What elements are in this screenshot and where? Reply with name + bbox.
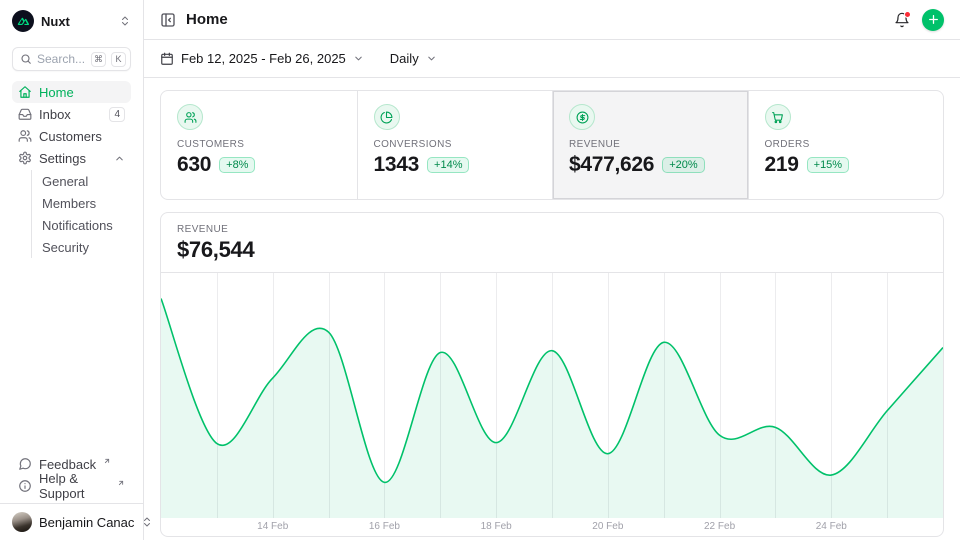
stat-card-customers[interactable]: CUSTOMERS 630 +8% bbox=[161, 91, 357, 199]
info-circle-icon bbox=[18, 479, 32, 493]
stat-delta-badge: +8% bbox=[219, 157, 255, 173]
stat-delta-badge: +14% bbox=[427, 157, 469, 173]
sidebar-item-label: Inbox bbox=[39, 107, 102, 122]
nuxt-logo-icon bbox=[12, 10, 34, 32]
add-button[interactable] bbox=[922, 9, 944, 31]
chevron-down-icon bbox=[353, 53, 364, 64]
user-name: Benjamin Canac bbox=[39, 515, 134, 530]
dashboard-content: CUSTOMERS 630 +8% CONVERSIONS 1343 +14% bbox=[144, 78, 960, 540]
avatar bbox=[12, 512, 32, 532]
page-header: Home bbox=[144, 0, 960, 40]
stat-value: 630 bbox=[177, 153, 211, 177]
calendar-icon bbox=[160, 52, 174, 66]
revenue-chart-svg bbox=[161, 273, 943, 518]
chevrons-up-down-icon bbox=[119, 15, 131, 27]
users-icon bbox=[18, 129, 32, 143]
sidebar-item-settings[interactable]: Settings bbox=[12, 147, 131, 169]
chart-title: REVENUE bbox=[177, 224, 927, 235]
sidebar-footer-nav: Feedback Help & Support bbox=[12, 453, 131, 503]
user-menu[interactable]: Benjamin Canac bbox=[0, 503, 143, 540]
search-placeholder: Search... bbox=[37, 52, 86, 66]
filters-toolbar: Feb 12, 2025 - Feb 26, 2025 Daily bbox=[144, 40, 960, 78]
stat-label: REVENUE bbox=[569, 139, 732, 150]
sidebar-item-label: Feedback bbox=[39, 457, 96, 472]
sidebar-item-label: Help & Support bbox=[39, 471, 110, 501]
chart-plot-area bbox=[161, 273, 943, 518]
stat-label: CONVERSIONS bbox=[374, 139, 537, 150]
workspace-name: Nuxt bbox=[41, 14, 112, 29]
stat-card-conversions[interactable]: CONVERSIONS 1343 +14% bbox=[357, 91, 553, 199]
search-icon bbox=[20, 53, 32, 65]
notification-dot bbox=[904, 11, 911, 18]
inbox-icon bbox=[18, 107, 32, 121]
stat-delta-badge: +20% bbox=[662, 157, 704, 173]
workspace-switcher[interactable]: Nuxt bbox=[12, 10, 131, 32]
external-link-icon bbox=[103, 457, 111, 465]
date-range-picker[interactable]: Feb 12, 2025 - Feb 26, 2025 bbox=[160, 51, 364, 66]
circle-dollar-icon bbox=[569, 104, 595, 130]
sidebar-item-label: Customers bbox=[39, 129, 125, 144]
x-tick-label: 18 Feb bbox=[481, 521, 512, 532]
chart-x-axis: 14 Feb 16 Feb 18 Feb 20 Feb 22 Feb 24 Feb bbox=[161, 518, 943, 536]
stat-delta-badge: +15% bbox=[807, 157, 849, 173]
gear-icon bbox=[18, 151, 32, 165]
sidebar-item-notifications[interactable]: Notifications bbox=[42, 214, 131, 236]
stat-card-revenue[interactable]: REVENUE $477,626 +20% bbox=[552, 91, 748, 199]
sidebar-item-label: Settings bbox=[39, 151, 107, 166]
settings-subnav: General Members Notifications Security bbox=[31, 170, 131, 258]
revenue-chart-panel: REVENUE $76,544 14 Feb 16 Feb 18 Feb 20 Feb… bbox=[160, 212, 944, 537]
sidebar-item-inbox[interactable]: Inbox 4 bbox=[12, 103, 131, 125]
notifications-button[interactable] bbox=[894, 12, 910, 28]
sidebar-nav: Home Inbox 4 Customers Settings Genera bbox=[12, 81, 131, 258]
page-title: Home bbox=[186, 11, 228, 28]
shopping-cart-icon bbox=[765, 104, 791, 130]
sidebar: Nuxt Search... ⌘ K Home Inbox 4 bbox=[0, 0, 144, 540]
x-tick-label: 20 Feb bbox=[592, 521, 623, 532]
stat-value: 1343 bbox=[374, 153, 420, 177]
users-icon bbox=[177, 104, 203, 130]
stats-row: CUSTOMERS 630 +8% CONVERSIONS 1343 +14% bbox=[160, 90, 944, 200]
sidebar-spacer bbox=[12, 258, 131, 453]
sidebar-item-label: Home bbox=[39, 85, 125, 100]
x-tick-label: 22 Feb bbox=[704, 521, 735, 532]
sidebar-item-help-support[interactable]: Help & Support bbox=[12, 475, 131, 497]
date-range-label: Feb 12, 2025 - Feb 26, 2025 bbox=[181, 51, 346, 66]
sidebar-item-general[interactable]: General bbox=[42, 170, 131, 192]
revenue-area bbox=[161, 298, 943, 518]
inbox-count-badge: 4 bbox=[109, 107, 125, 122]
stat-label: CUSTOMERS bbox=[177, 139, 341, 150]
stat-value: $477,626 bbox=[569, 153, 654, 177]
stat-value: 219 bbox=[765, 153, 799, 177]
message-circle-icon bbox=[18, 457, 32, 471]
kbd-cmd: ⌘ bbox=[91, 52, 106, 67]
chart-header: REVENUE $76,544 bbox=[161, 213, 943, 273]
x-tick-label: 16 Feb bbox=[369, 521, 400, 532]
chevron-down-icon bbox=[426, 53, 437, 64]
sidebar-item-customers[interactable]: Customers bbox=[12, 125, 131, 147]
sidebar-item-security[interactable]: Security bbox=[42, 236, 131, 258]
chart-current-value: $76,544 bbox=[177, 237, 927, 263]
sidebar-item-home[interactable]: Home bbox=[12, 81, 131, 103]
external-link-icon bbox=[117, 479, 125, 487]
home-icon bbox=[18, 85, 32, 99]
sidebar-item-members[interactable]: Members bbox=[42, 192, 131, 214]
pie-chart-icon bbox=[374, 104, 400, 130]
plus-icon bbox=[927, 13, 940, 26]
x-tick-label: 14 Feb bbox=[257, 521, 288, 532]
topbar-actions bbox=[894, 9, 944, 31]
main-area: Home Feb 12, 2025 - Feb 26, 2025 Daily bbox=[144, 0, 960, 540]
stat-label: ORDERS bbox=[765, 139, 928, 150]
granularity-select[interactable]: Daily bbox=[390, 51, 437, 66]
stat-card-orders[interactable]: ORDERS 219 +15% bbox=[748, 91, 944, 199]
kbd-k: K bbox=[111, 52, 126, 67]
granularity-label: Daily bbox=[390, 51, 419, 66]
x-tick-label: 24 Feb bbox=[816, 521, 847, 532]
chevron-up-icon bbox=[114, 153, 125, 164]
search-input[interactable]: Search... ⌘ K bbox=[12, 47, 131, 71]
collapse-sidebar-icon[interactable] bbox=[160, 12, 176, 28]
